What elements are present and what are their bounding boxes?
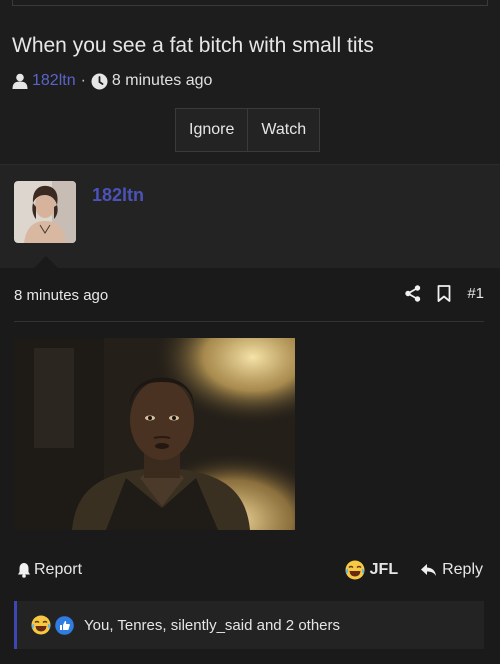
post-divider <box>14 321 484 322</box>
bookmark-icon[interactable] <box>437 285 451 302</box>
avatar[interactable] <box>14 181 76 243</box>
jfl-reaction-button[interactable]: JFL <box>345 560 398 580</box>
thumbs-up-icon <box>55 615 74 635</box>
thread-meta: 182ltn · 8 minutes ago <box>12 72 212 90</box>
ignore-button[interactable]: Ignore <box>176 109 247 151</box>
post-time[interactable]: 8 minutes ago <box>14 287 108 304</box>
post-author-link[interactable]: 182ltn <box>92 185 144 206</box>
meta-separator: · <box>80 72 86 89</box>
reply-arrow-icon <box>420 563 437 577</box>
laughing-emoji-icon <box>345 560 365 580</box>
bell-icon <box>17 562 31 578</box>
previous-panel-edge <box>12 0 488 6</box>
reply-label: Reply <box>442 561 483 578</box>
thread-time[interactable]: 8 minutes ago <box>112 72 213 90</box>
share-icon[interactable] <box>405 285 421 302</box>
thread-action-buttons: Ignore Watch <box>175 108 321 152</box>
post-number-link[interactable]: #1 <box>467 285 484 302</box>
reply-button[interactable]: Reply <box>420 561 483 579</box>
jfl-label: JFL <box>369 561 399 578</box>
thread-title: When you see a fat bitch with small tits <box>12 34 374 57</box>
reactions-text: You, Tenres, silently_said and 2 others <box>84 616 341 634</box>
thread-author-link[interactable]: 182ltn <box>32 72 76 90</box>
post-image[interactable] <box>14 338 295 530</box>
user-icon <box>12 73 28 89</box>
post-footer-actions: JFL Reply <box>345 560 483 580</box>
report-button[interactable]: Report <box>17 561 82 579</box>
report-label: Report <box>34 561 83 578</box>
message-caret <box>33 256 59 269</box>
watch-button[interactable]: Watch <box>247 109 319 151</box>
laughing-emoji-icon <box>31 615 51 635</box>
post-actions: #1 <box>405 285 484 302</box>
reactions-bar[interactable]: You, Tenres, silently_said and 2 others <box>14 601 484 649</box>
thread-page: When you see a fat bitch with small tits… <box>0 0 500 664</box>
clock-icon <box>91 73 108 90</box>
